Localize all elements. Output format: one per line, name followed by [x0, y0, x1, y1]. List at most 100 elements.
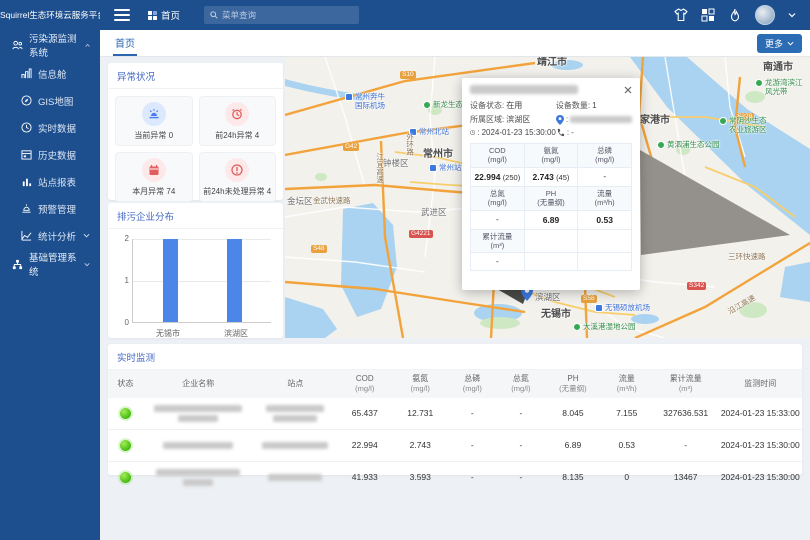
- siren-icon: [142, 102, 166, 126]
- sidebar-item-label: 站点报表: [38, 175, 76, 189]
- cell-total-flow: -: [653, 430, 719, 461]
- breadcrumb-home-label: 首页: [161, 8, 180, 22]
- redacted-company-name: [163, 442, 233, 449]
- status-dot-green: [120, 408, 131, 419]
- user-menu-chevron-icon[interactable]: [788, 11, 796, 19]
- popup-val-cod: 22.994 (250): [471, 167, 525, 186]
- chart-plot-area: [132, 239, 271, 323]
- sidebar-section-base-manage[interactable]: 基础管理系统: [0, 249, 100, 279]
- sidebar-item-label: GIS地图: [38, 94, 73, 108]
- redacted-station-name: [262, 442, 328, 449]
- map-label-district: 钟楼区: [383, 159, 409, 169]
- breadcrumb-home[interactable]: 首页: [148, 8, 180, 22]
- cell-cod: 22.994: [337, 430, 393, 461]
- more-button[interactable]: 更多: [757, 34, 802, 53]
- theme-skin-icon[interactable]: [674, 8, 688, 22]
- cell-nh3: 2.743: [393, 430, 449, 461]
- cell-total-flow: 327636.531: [653, 398, 719, 429]
- cell-total-flow: 13467: [653, 462, 719, 493]
- stat-card-24h-unhandled[interactable]: 前24h未处理异常 4: [199, 152, 277, 202]
- sidebar-item-alert-manage[interactable]: 预警管理: [0, 195, 100, 222]
- line-chart-icon: [21, 230, 32, 241]
- alarm-icon: [21, 203, 32, 214]
- layout-icon[interactable]: [701, 8, 715, 22]
- bar-binhu: [227, 239, 242, 322]
- table-header-row: 状态 企业名称 站点 COD(mg/l) 氨氮(mg/l) 总磷(mg/l) 总…: [108, 370, 802, 398]
- cell-ph: 8.135: [545, 462, 601, 493]
- phone-icon: [556, 128, 565, 137]
- cell-time: 2024-01-23 15:30:00: [719, 430, 802, 461]
- warning-icon: [225, 158, 249, 182]
- table-row[interactable]: 22.994 2.743 - - 6.89 0.53 - 2024-01-23 …: [108, 430, 802, 462]
- search-icon: [210, 11, 218, 19]
- popup-metrics-table: COD (mg/l) 氨氮 (mg/l) 总磷 (mg/l) 22.994 (2…: [470, 143, 632, 271]
- chevron-up-icon: [85, 42, 90, 49]
- dashboard-icon: [21, 68, 32, 79]
- hamburger-menu-icon[interactable]: [114, 9, 130, 21]
- tab-home[interactable]: 首页: [113, 30, 137, 56]
- grid-icon: [148, 11, 157, 20]
- cell-ph: 6.89: [545, 430, 601, 461]
- table-row[interactable]: 41.933 3.593 - - 8.135 0 13467 2024-01-2…: [108, 462, 802, 494]
- sidebar-item-label: 统计分析: [38, 229, 76, 243]
- cell-time: 2024-01-23 15:30:00: [719, 462, 802, 493]
- tabbar: 首页 更多: [100, 30, 810, 57]
- sidebar-item-realtime-data[interactable]: 实时数据: [0, 114, 100, 141]
- popup-val-tp: -: [578, 167, 632, 186]
- map-poi-station: 常州北站: [409, 128, 449, 137]
- map-poi-station: 常州站: [429, 164, 462, 173]
- users-icon: [12, 40, 23, 51]
- sidebar-section-label: 基础管理系统: [29, 250, 78, 278]
- popup-col-cod: COD (mg/l): [471, 144, 525, 168]
- cell-tn: -: [497, 398, 546, 429]
- sidebar-item-stat-analysis[interactable]: 统计分析: [0, 222, 100, 249]
- popup-time: 2024-01-23 15:30:00: [482, 128, 556, 137]
- stat-card-month-abnormal[interactable]: 本月异常 74: [115, 152, 193, 202]
- device-count-label: 设备数量:: [556, 100, 590, 111]
- more-button-label: 更多: [765, 37, 783, 50]
- search-input[interactable]: [222, 10, 342, 20]
- app-logo: Squirrel生态环境云服务平台: [0, 9, 100, 21]
- sidebar-item-label: 历史数据: [38, 148, 76, 162]
- bar-chart: 2 1 0 无锡市 滨湖区: [116, 233, 275, 341]
- menu-search[interactable]: [204, 6, 359, 24]
- status-dot-green: [120, 440, 131, 451]
- stat-card-current-abnormal[interactable]: 当前异常 0: [115, 96, 193, 146]
- sidebar-item-station-report[interactable]: 站点报表: [0, 168, 100, 195]
- map-poi-airport: 常州奔牛 国际机场: [345, 93, 385, 110]
- road-badge: S48: [311, 245, 327, 253]
- station-info-popup: 设备状态:在用 设备数量:1 所属区域:滨湖区 : : 2024-01-23 1…: [462, 78, 640, 290]
- flame-icon[interactable]: [728, 8, 742, 22]
- popup-val-ph: 6.89: [524, 210, 578, 229]
- map-label-city: 南通市: [763, 62, 793, 74]
- sidebar-item-history-data[interactable]: 历史数据: [0, 141, 100, 168]
- table-row[interactable]: 65.437 12.731 - - 8.045 7.155 327636.531…: [108, 398, 802, 430]
- gis-map[interactable]: S10 G42 S39 S48 G4221 S342 S58 S229 靖江市 …: [285, 57, 810, 338]
- cell-flow: 0: [601, 462, 653, 493]
- stat-card-label: 本月异常 74: [132, 186, 175, 197]
- redacted-company-name: [178, 415, 218, 422]
- map-poi-park: 大溪港湿地公园: [573, 323, 636, 332]
- region-value: 滨湖区: [506, 114, 530, 125]
- sidebar-section-pollution-monitor[interactable]: 污染源监测系统: [0, 30, 100, 60]
- redacted-station-name: [268, 474, 322, 481]
- cell-tp: -: [448, 398, 497, 429]
- history-icon: [21, 149, 32, 160]
- popup-col-tp: 总磷 (mg/l): [578, 144, 632, 168]
- stat-card-24h-abnormal[interactable]: 前24h异常 4: [199, 96, 277, 146]
- chevron-down-icon: [83, 232, 90, 239]
- enterprise-distribution-panel: 排污企业分布 2 1 0 无锡市 滨湖区: [108, 203, 283, 338]
- user-avatar[interactable]: [755, 5, 775, 25]
- close-icon[interactable]: [624, 86, 632, 94]
- redacted-station-title: [470, 85, 578, 94]
- abnormal-status-panel: 异常状况 当前异常 0 前24h异常 4 本月异常 74: [108, 63, 283, 200]
- map-poi-park: 常阴沙生态 农业旅游区: [719, 117, 767, 134]
- sidebar-item-label: 预警管理: [38, 202, 76, 216]
- status-dot-green: [120, 472, 131, 483]
- map-label-district: 武进区: [421, 208, 447, 218]
- sidebar-item-gis-map[interactable]: GIS地图: [0, 87, 100, 114]
- device-count-value: 1: [592, 101, 596, 110]
- x-tick: 无锡市: [138, 328, 198, 339]
- redacted-company-name: [183, 479, 213, 486]
- sidebar-item-info-cabin[interactable]: 信息舱: [0, 60, 100, 87]
